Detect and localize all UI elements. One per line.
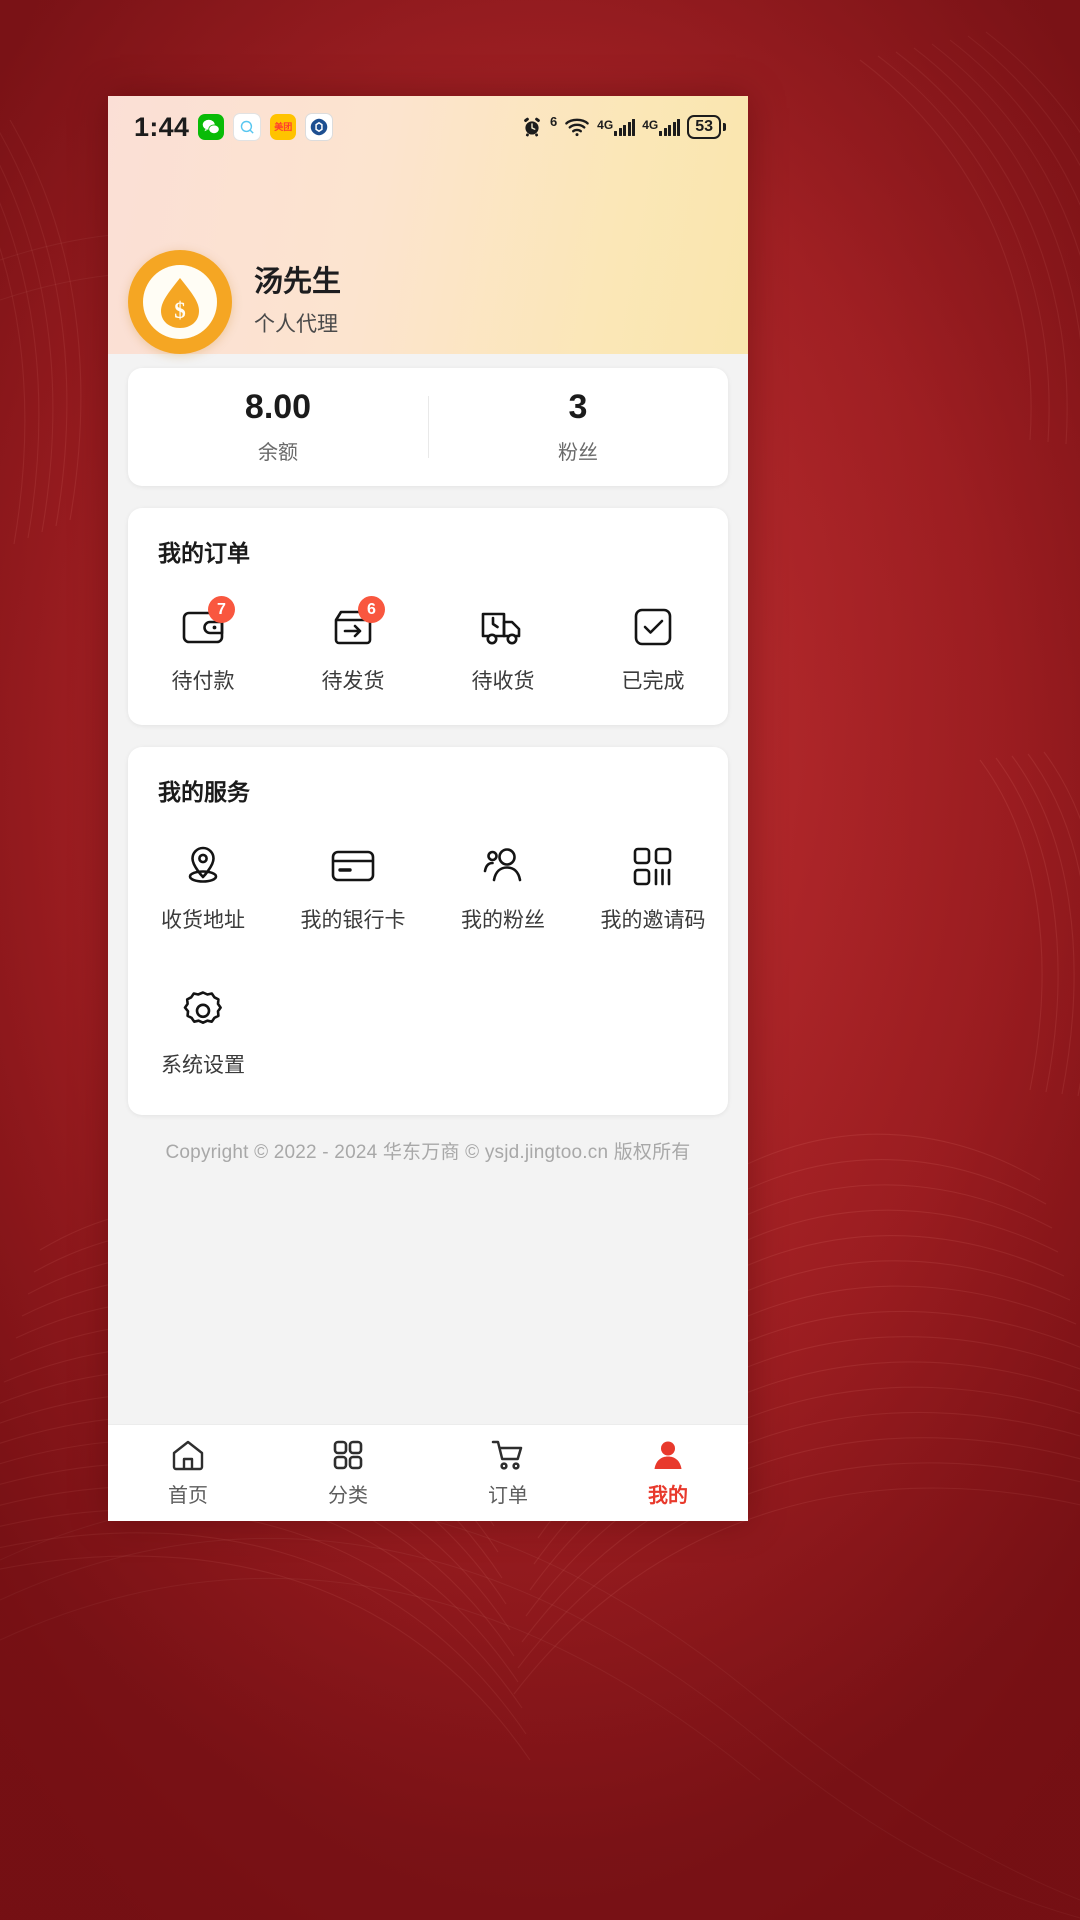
stat-label: 余额 [258,441,298,464]
stat-value: 3 [568,388,588,427]
order-item-completed[interactable]: 已完成 [578,594,728,699]
service-label: 收货地址 [161,909,245,932]
bottom-navigation: 首页 分类 订单 我的 [108,1424,748,1521]
copyright-text: Copyright © 2022 - 2024 华东万商 © ysjd.jing… [165,1142,691,1163]
orders-grid: 7 待付款 6 待发货 待收货 已完成 [128,594,728,699]
location-pin-icon [175,841,231,891]
services-title: 我的服务 [158,779,250,805]
service-item-bank-card[interactable]: 我的银行卡 [278,833,428,938]
profile-block[interactable]: $ 汤先生 个人代理 [108,158,748,354]
tab-home[interactable]: 首页 [108,1438,268,1508]
status-bar: 1:44 美团 6 4G 4G 53 [108,96,748,158]
stat-balance[interactable]: 8.00 余额 [128,388,428,464]
signal-bars-1 [614,118,636,136]
status-time: 1:44 [134,111,190,142]
order-label: 待发货 [321,670,385,693]
network-type-2: 4G [642,117,659,132]
box-arrow-icon: 6 [325,596,385,652]
credit-card-icon [325,841,381,891]
check-square-icon [625,602,681,652]
stats-card: 8.00 余额 3 粉丝 [128,368,728,486]
page-body: 8.00 余额 3 粉丝 我的订单 7 待付款 6 待发货 待收货 已完成 我的… [108,354,748,1424]
tab-label: 首页 [168,1485,208,1507]
service-label: 我的粉丝 [461,909,545,932]
tab-label: 订单 [488,1485,528,1507]
service-label: 我的银行卡 [300,909,406,932]
profile-role: 个人代理 [254,312,338,336]
tab-label: 我的 [648,1485,688,1507]
qq-icon [233,113,262,141]
network-type-1: 4G [597,117,614,132]
network-indicator-2: 4G [642,117,681,136]
tab-category[interactable]: 分类 [268,1438,428,1508]
order-item-pending-receipt[interactable]: 待收货 [428,594,578,699]
service-label: 我的邀请码 [600,909,706,932]
ccb-bank-icon [305,113,334,141]
tab-label: 分类 [328,1485,368,1507]
user-icon [651,1438,685,1472]
meituan-icon: 美团 [270,114,297,140]
gear-icon [175,986,231,1036]
orders-title: 我的订单 [158,540,250,566]
meituan-label: 美团 [274,121,293,132]
service-item-address[interactable]: 收货地址 [128,833,278,938]
service-label: 系统设置 [161,1054,245,1077]
order-badge: 7 [208,596,235,623]
battery-level: 53 [687,115,721,139]
services-card: 我的服务 收货地址 我的银行卡 我的粉丝 我的邀请码 系统设置 [128,747,728,1115]
wechat-icon [198,114,225,140]
tab-orders[interactable]: 订单 [428,1438,588,1508]
stat-value: 8.00 [244,388,312,427]
status-bar-left: 1:44 美团 [134,111,334,143]
profile-header: 1:44 美团 6 4G 4G 53 $ 汤先生 个人代理 [108,96,748,354]
service-item-fans[interactable]: 我的粉丝 [428,833,578,938]
signal-bars-2 [659,118,681,136]
profile-info: 汤先生 个人代理 [254,266,341,337]
order-label: 待付款 [171,670,235,693]
battery-tip [723,123,726,131]
stat-label: 粉丝 [558,441,598,464]
order-item-pending-payment[interactable]: 7 待付款 [128,594,278,699]
grid-icon [331,1438,365,1472]
orders-card: 我的订单 7 待付款 6 待发货 待收货 已完成 [128,508,728,725]
stat-fans[interactable]: 3 粉丝 [428,388,728,464]
phone-screen: 1:44 美团 6 4G 4G 53 $ 汤先生 个人代理 8.00 余额 3 … [108,96,748,1521]
svg-text:$: $ [174,298,186,323]
truck-icon [475,602,531,652]
wifi-generation-label: 6 [549,114,558,129]
order-label: 待收货 [471,670,535,693]
avatar[interactable]: $ [128,250,232,354]
coin-drop-avatar: $ [143,265,217,339]
service-item-invite-code[interactable]: 我的邀请码 [578,833,728,938]
cart-icon [490,1438,526,1472]
wallet-icon: 7 [175,596,235,652]
services-grid: 收货地址 我的银行卡 我的粉丝 我的邀请码 系统设置 [128,833,728,1089]
order-badge: 6 [358,596,385,623]
network-indicator-1: 4G [597,117,636,136]
order-item-pending-shipment[interactable]: 6 待发货 [278,594,428,699]
wifi-icon [564,117,590,137]
status-bar-right: 6 4G 4G 53 [521,115,726,139]
alarm-icon [521,116,543,138]
service-item-settings[interactable]: 系统设置 [128,978,278,1083]
qr-code-icon [625,841,681,891]
battery-indicator: 53 [687,115,726,139]
tab-profile[interactable]: 我的 [588,1438,748,1508]
home-icon [170,1438,206,1472]
people-icon [475,841,531,891]
order-label: 已完成 [621,670,685,693]
profile-name: 汤先生 [254,266,342,299]
